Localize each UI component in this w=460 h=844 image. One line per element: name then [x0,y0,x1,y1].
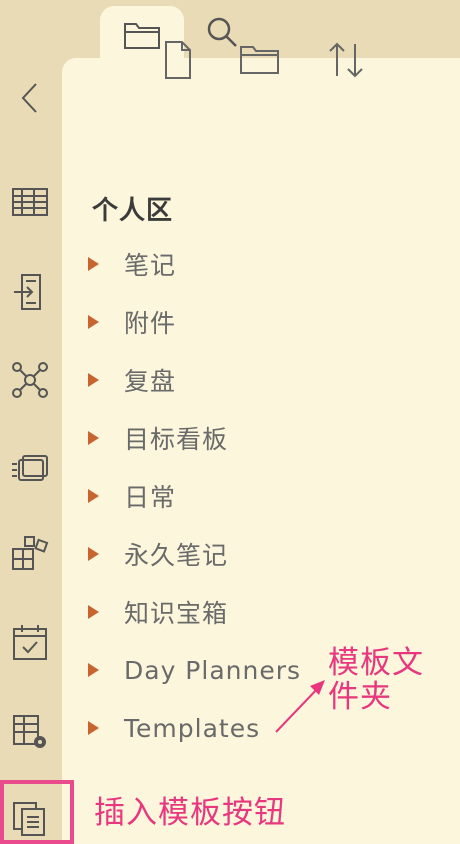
calendar-button[interactable] [8,620,52,664]
chevron-left-icon [18,81,42,115]
table-settings-button[interactable] [8,710,52,754]
table-icon [12,188,48,216]
search-icon [204,14,240,50]
import-document-button[interactable] [8,270,52,314]
graph-view-button[interactable] [8,358,52,402]
new-folder-icon [239,43,281,77]
annotation-template-folder-line1: 模板文 [328,645,424,681]
graph-network-icon [11,361,49,399]
import-document-icon [12,273,48,311]
insert-template-highlight [0,780,74,844]
folder-icon [122,18,162,52]
new-folder-button[interactable] [240,38,280,82]
sort-icon [327,40,365,80]
new-file-icon [163,40,193,80]
sort-button[interactable] [326,38,366,82]
table-settings-icon [12,714,48,750]
collapse-sidebar-button[interactable] [8,76,52,120]
blocks-button[interactable] [8,532,52,576]
cards-button[interactable] [8,446,52,490]
table-button[interactable] [8,180,52,224]
file-explorer-panel [62,58,460,844]
tab-search[interactable] [200,14,244,50]
annotation-insert-template: 插入模板按钮 [94,795,286,831]
annotation-template-folder-line2: 件夹 [328,679,392,715]
cards-icon [11,453,49,483]
new-note-button[interactable] [158,38,198,82]
annotation-arrow [275,680,325,733]
calendar-check-icon [12,623,48,661]
blocks-icon [11,535,49,573]
